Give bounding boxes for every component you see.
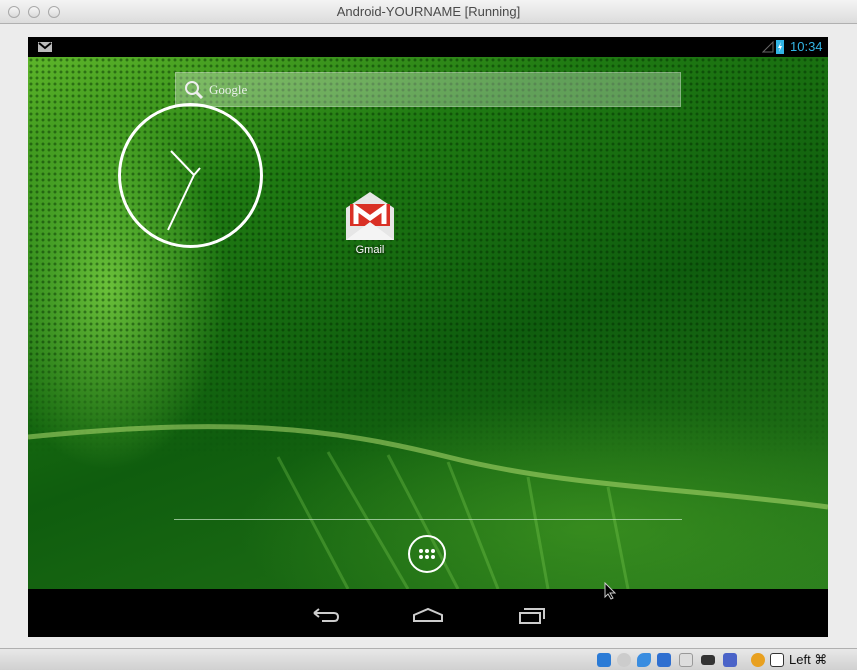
app-drawer-button[interactable] — [408, 535, 446, 573]
gmail-notification-icon — [38, 42, 52, 52]
hotseat-divider — [174, 519, 682, 520]
video-capture-icon[interactable] — [701, 655, 715, 665]
back-button[interactable] — [304, 599, 344, 627]
vm-status-bar: Left ⌘ — [0, 648, 857, 670]
search-placeholder: Google — [209, 82, 248, 97]
battery-charging-icon — [776, 40, 784, 54]
network-icon[interactable] — [657, 653, 671, 667]
mouse-integration-icon[interactable] — [751, 653, 765, 667]
window-title: Android-YOURNAME [Running] — [336, 4, 521, 19]
hard-disk-icon[interactable] — [597, 653, 611, 667]
signal-icon — [762, 41, 774, 53]
close-button[interactable] — [8, 6, 20, 18]
recent-apps-icon — [519, 608, 545, 624]
status-bar: 10:34 — [28, 37, 828, 57]
app-label: Gmail — [355, 244, 385, 256]
keyboard-capture-icon[interactable] — [770, 653, 784, 667]
recent-apps-button[interactable] — [512, 599, 552, 627]
minimize-button[interactable] — [28, 6, 40, 18]
home-icon — [413, 607, 443, 622]
app-gmail[interactable]: Gmail — [340, 190, 400, 256]
usb-icon[interactable] — [637, 653, 651, 667]
optical-drive-icon[interactable] — [617, 653, 631, 667]
search-icon — [185, 81, 204, 100]
status-time: 10:34 — [790, 39, 823, 54]
window-title-bar[interactable]: Android-YOURNAME [Running] — [0, 0, 857, 24]
gmail-icon — [346, 192, 394, 240]
apps-grid-icon — [419, 549, 435, 559]
google-search-bar[interactable]: Google — [175, 72, 681, 107]
clock-hands — [167, 150, 201, 231]
shared-folders-icon[interactable] — [679, 653, 693, 667]
mouse-cursor-icon — [604, 582, 616, 600]
back-icon — [313, 608, 340, 622]
home-button[interactable] — [408, 599, 448, 627]
zoom-button[interactable] — [48, 6, 60, 18]
navigation-bar — [28, 589, 828, 637]
android-screen[interactable]: 10:34 Google Gmail — [28, 37, 828, 637]
cpu-icon[interactable] — [723, 653, 737, 667]
analog-clock-widget[interactable] — [118, 103, 263, 248]
host-key-label: Left ⌘ — [789, 652, 828, 667]
